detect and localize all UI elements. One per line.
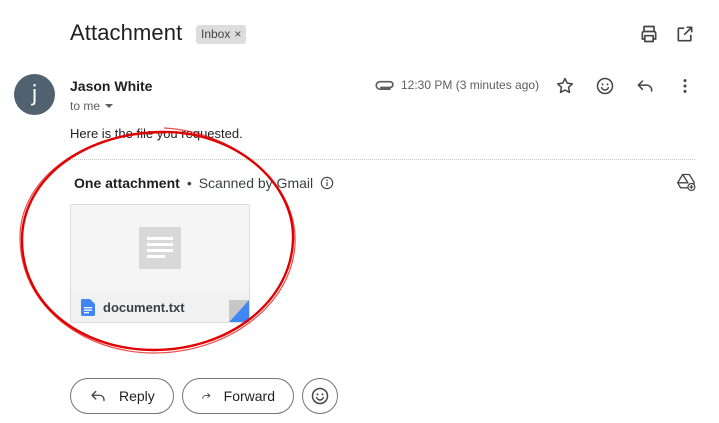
emoji-icon[interactable] xyxy=(593,74,617,98)
add-to-drive-icon[interactable] xyxy=(674,170,698,194)
forward-button[interactable]: Forward xyxy=(182,378,294,414)
message-meta: 12:30 PM (3 minutes ago) xyxy=(375,78,539,92)
inbox-label-chip[interactable]: Inbox × xyxy=(196,25,247,44)
label-text: Inbox xyxy=(201,27,231,41)
star-icon[interactable] xyxy=(553,74,577,98)
annotation-circle xyxy=(19,127,296,354)
caret-down-icon xyxy=(105,104,114,108)
reply-label: Reply xyxy=(119,388,155,404)
sender-name[interactable]: Jason White xyxy=(70,78,152,94)
open-in-new-window-icon[interactable] xyxy=(673,22,697,46)
remove-label-icon[interactable]: × xyxy=(234,25,241,44)
reply-button[interactable]: Reply xyxy=(70,378,174,414)
forward-icon xyxy=(202,392,211,400)
print-icon[interactable] xyxy=(637,22,661,46)
sender-avatar[interactable]: j xyxy=(14,74,55,115)
reply-icon[interactable] xyxy=(633,74,657,98)
forward-label: Forward xyxy=(223,388,275,404)
reply-icon xyxy=(91,390,105,402)
email-subject: Attachment xyxy=(70,20,183,45)
message-time: 12:30 PM (3 minutes ago) xyxy=(401,78,540,92)
info-icon[interactable] xyxy=(320,176,334,190)
recipient-details-toggle[interactable]: to me xyxy=(70,99,114,113)
emoji-react-button[interactable] xyxy=(302,378,338,414)
emoji-icon xyxy=(311,387,329,405)
more-vert-icon[interactable] xyxy=(673,74,697,98)
attachment-clip-icon xyxy=(375,80,394,90)
recipient-text: to me xyxy=(70,99,101,113)
